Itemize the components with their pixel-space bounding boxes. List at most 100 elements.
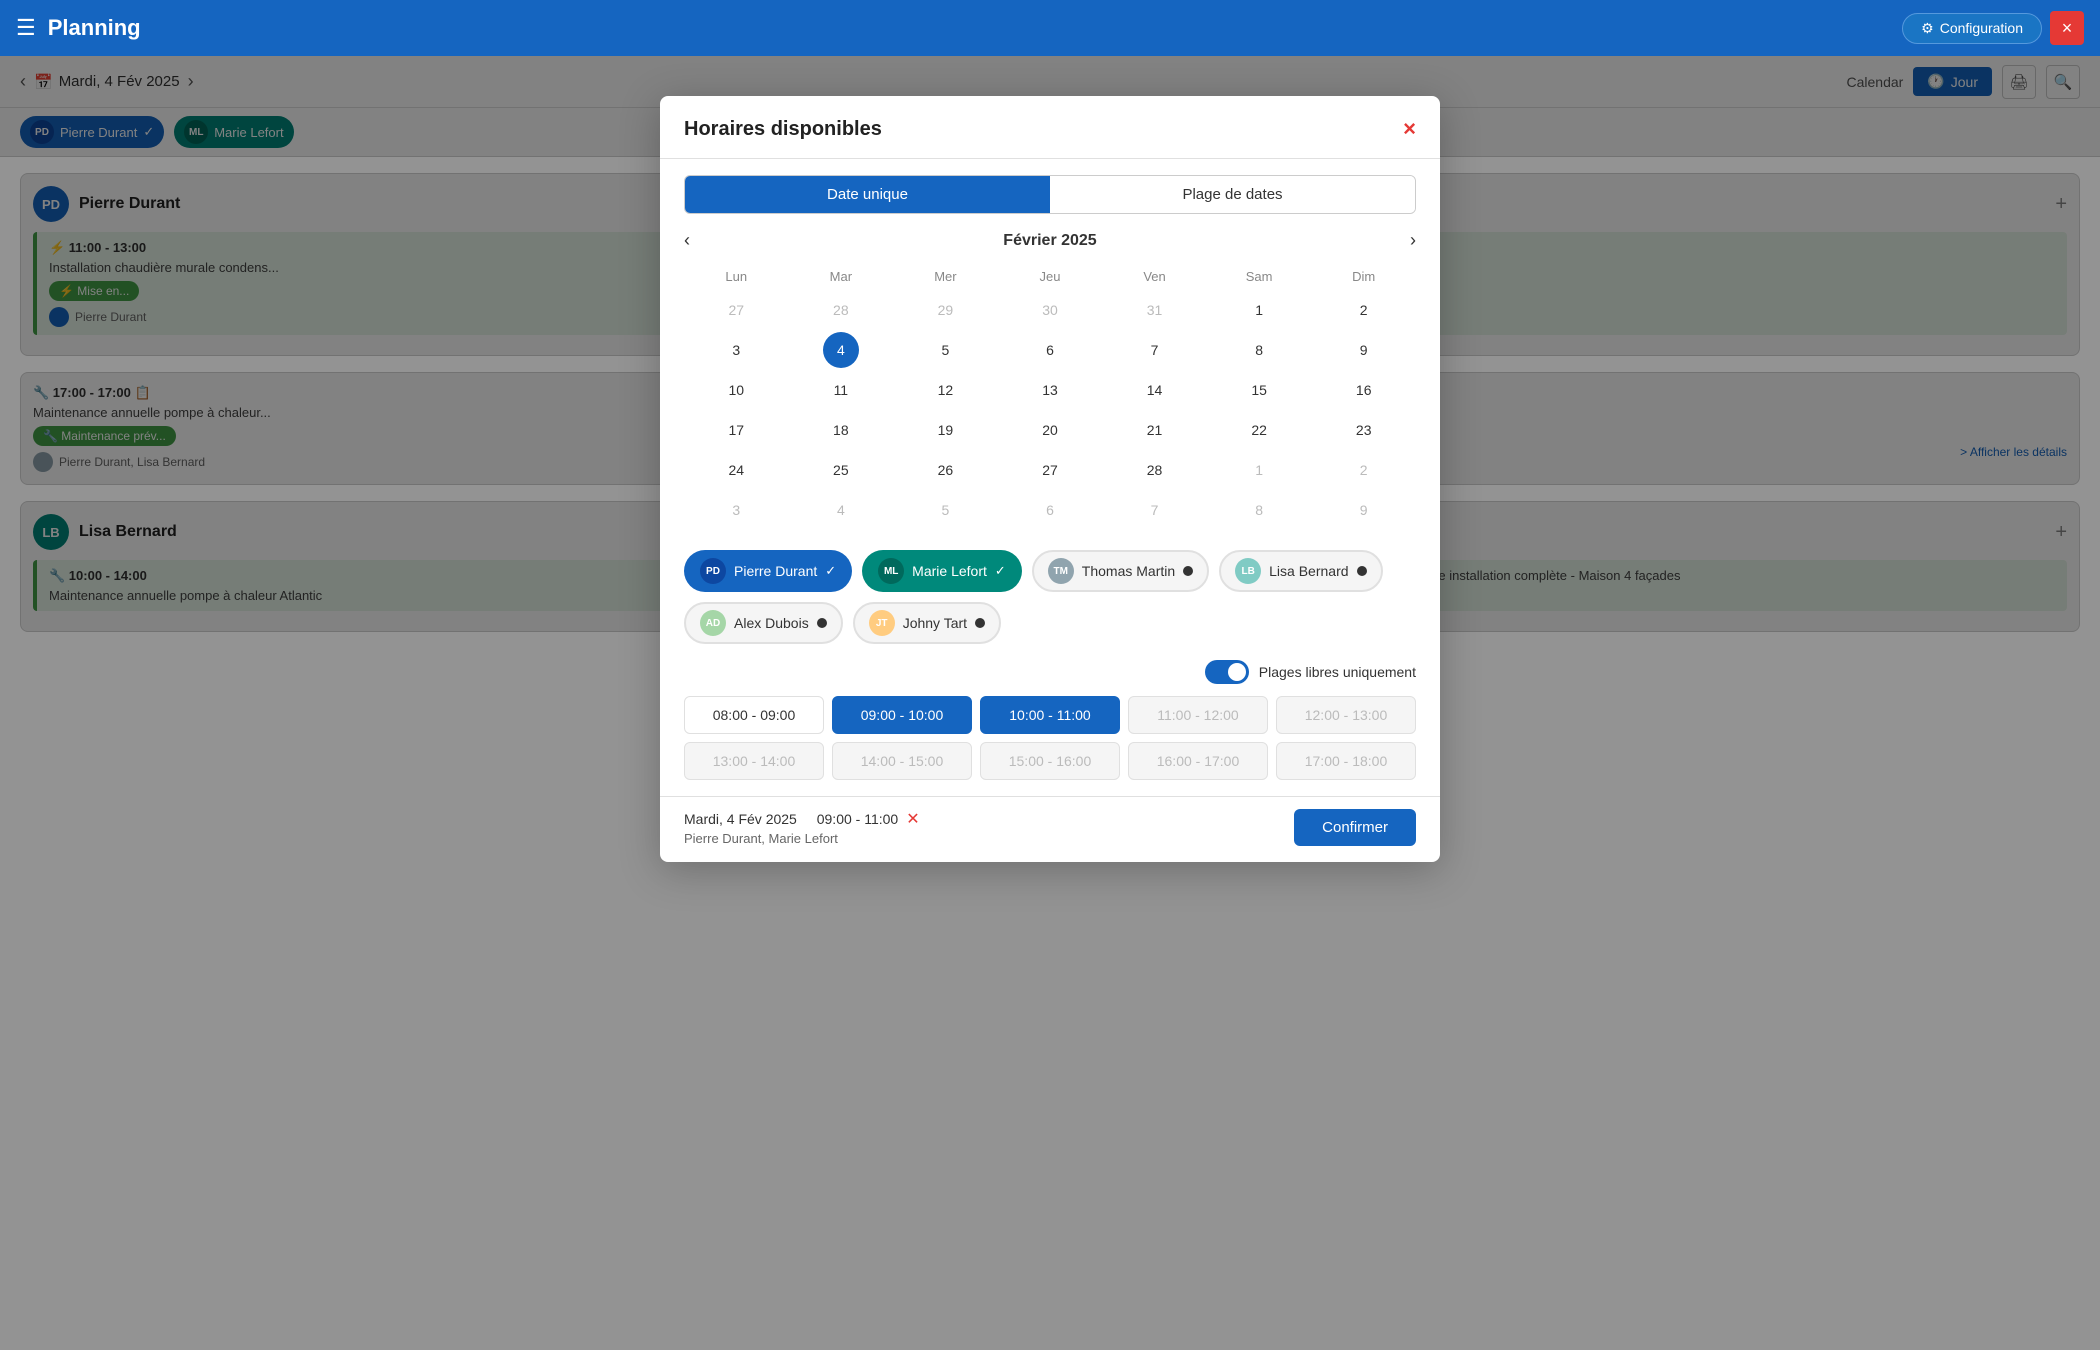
planning-area: ‹ 📅 Mardi, 4 Fév 2025 › Calendar 🕐 Jour … — [0, 56, 2100, 1350]
cal-head-mer: Mer — [893, 263, 998, 290]
chip-thomas[interactable]: TM Thomas Martin — [1032, 550, 1209, 592]
chip-alex[interactable]: AD Alex Dubois — [684, 602, 843, 644]
cal-day[interactable]: 19 — [927, 412, 963, 448]
cal-day[interactable]: 27 — [718, 292, 754, 328]
cal-day[interactable]: 8 — [1241, 332, 1277, 368]
chip-dot — [1183, 566, 1193, 576]
cal-day[interactable]: 6 — [1032, 332, 1068, 368]
topbar: ☰ Planning ⚙ Configuration × — [0, 0, 2100, 56]
cal-day[interactable]: 26 — [927, 452, 963, 488]
cal-day[interactable]: 2 — [1346, 452, 1382, 488]
chip-name: Lisa Bernard — [1269, 563, 1348, 579]
cal-day[interactable]: 21 — [1137, 412, 1173, 448]
cal-day[interactable]: 28 — [823, 292, 859, 328]
chip-avatar-johny: JT — [869, 610, 895, 636]
toggle-label: Plages libres uniquement — [1259, 664, 1416, 680]
topbar-right: ⚙ Configuration × — [1902, 11, 2084, 45]
cal-day[interactable]: 25 — [823, 452, 859, 488]
time-slot-1100: 11:00 - 12:00 — [1128, 696, 1268, 734]
cal-day[interactable]: 3 — [718, 492, 754, 528]
cal-next-button[interactable]: › — [1410, 230, 1416, 251]
cal-day[interactable]: 10 — [718, 372, 754, 408]
time-slot-0900[interactable]: 09:00 - 10:00 — [832, 696, 972, 734]
cal-day-selected[interactable]: 4 — [823, 332, 859, 368]
cal-day[interactable]: 20 — [1032, 412, 1068, 448]
cal-day[interactable]: 16 — [1346, 372, 1382, 408]
chip-avatar-alex: AD — [700, 610, 726, 636]
cancel-time-button[interactable]: ✕ — [906, 809, 919, 829]
cal-day[interactable]: 2 — [1346, 292, 1382, 328]
cal-day[interactable]: 9 — [1346, 492, 1382, 528]
chip-name: Alex Dubois — [734, 615, 809, 631]
footer-people: Pierre Durant, Marie Lefort — [684, 831, 920, 846]
cal-day[interactable]: 22 — [1241, 412, 1277, 448]
cal-day[interactable]: 30 — [1032, 292, 1068, 328]
chip-avatar-lisa: LB — [1235, 558, 1261, 584]
time-slot-1700: 17:00 - 18:00 — [1276, 742, 1416, 780]
cal-day[interactable]: 4 — [823, 492, 859, 528]
free-slots-toggle[interactable] — [1205, 660, 1249, 684]
topbar-left: ☰ Planning — [16, 15, 141, 41]
plage-dates-button[interactable]: Plage de dates — [1050, 176, 1415, 213]
cal-month: Février 2025 — [1003, 232, 1096, 250]
modal-horaires: Horaires disponibles × Date unique Plage… — [660, 96, 1440, 862]
cal-day[interactable]: 13 — [1032, 372, 1068, 408]
configuration-button[interactable]: ⚙ Configuration — [1902, 13, 2042, 44]
cal-day[interactable]: 23 — [1346, 412, 1382, 448]
app-close-button[interactable]: × — [2050, 11, 2084, 45]
cal-day[interactable]: 24 — [718, 452, 754, 488]
cal-day[interactable]: 7 — [1137, 492, 1173, 528]
people-selector: PD Pierre Durant ✓ ML Marie Lefort ✓ TM … — [660, 546, 1440, 660]
cal-day[interactable]: 6 — [1032, 492, 1068, 528]
cal-head-mar: Mar — [789, 263, 894, 290]
cal-day[interactable]: 3 — [718, 332, 754, 368]
cal-head-sam: Sam — [1207, 263, 1312, 290]
footer-info: Mardi, 4 Fév 2025 09:00 - 11:00 ✕ Pierre… — [684, 809, 920, 846]
cal-day[interactable]: 8 — [1241, 492, 1277, 528]
time-slot-1200: 12:00 - 13:00 — [1276, 696, 1416, 734]
cal-day[interactable]: 17 — [718, 412, 754, 448]
date-unique-button[interactable]: Date unique — [685, 176, 1050, 213]
cal-day[interactable]: 5 — [927, 332, 963, 368]
cal-day[interactable]: 5 — [927, 492, 963, 528]
date-toggle: Date unique Plage de dates — [684, 175, 1416, 214]
chip-avatar-thomas: TM — [1048, 558, 1074, 584]
modal-title: Horaires disponibles — [684, 118, 882, 141]
cal-head-ven: Ven — [1102, 263, 1207, 290]
modal-close-button[interactable]: × — [1403, 116, 1416, 142]
cal-head-lun: Lun — [684, 263, 789, 290]
cal-prev-button[interactable]: ‹ — [684, 230, 690, 251]
time-slot-0800[interactable]: 08:00 - 09:00 — [684, 696, 824, 734]
cal-day[interactable]: 11 — [823, 372, 859, 408]
chip-marie[interactable]: ML Marie Lefort ✓ — [862, 550, 1022, 592]
cal-day[interactable]: 29 — [927, 292, 963, 328]
chip-name: Thomas Martin — [1082, 563, 1175, 579]
cal-day[interactable]: 15 — [1241, 372, 1277, 408]
time-slot-1000[interactable]: 10:00 - 11:00 — [980, 696, 1120, 734]
cal-day[interactable]: 12 — [927, 372, 963, 408]
footer-date: Mardi, 4 Fév 2025 09:00 - 11:00 ✕ — [684, 809, 920, 829]
chip-dot — [1357, 566, 1367, 576]
cal-day[interactable]: 31 — [1137, 292, 1173, 328]
time-slot-1400: 14:00 - 15:00 — [832, 742, 972, 780]
time-slot-1500: 15:00 - 16:00 — [980, 742, 1120, 780]
confirm-button[interactable]: Confirmer — [1294, 809, 1416, 846]
chip-lisa[interactable]: LB Lisa Bernard — [1219, 550, 1382, 592]
chip-pierre[interactable]: PD Pierre Durant ✓ — [684, 550, 852, 592]
cal-day[interactable]: 1 — [1241, 292, 1277, 328]
chip-johny[interactable]: JT Johny Tart — [853, 602, 1001, 644]
chip-name: Pierre Durant — [734, 563, 817, 579]
chip-avatar-marie: ML — [878, 558, 904, 584]
cal-day[interactable]: 14 — [1137, 372, 1173, 408]
cal-day[interactable]: 18 — [823, 412, 859, 448]
modal-header: Horaires disponibles × — [660, 96, 1440, 159]
cal-day[interactable]: 27 — [1032, 452, 1068, 488]
cal-nav: ‹ Février 2025 › — [684, 230, 1416, 251]
cal-day[interactable]: 7 — [1137, 332, 1173, 368]
menu-icon[interactable]: ☰ — [16, 15, 36, 41]
cal-day[interactable]: 28 — [1137, 452, 1173, 488]
cal-day[interactable]: 9 — [1346, 332, 1382, 368]
time-slot-1300: 13:00 - 14:00 — [684, 742, 824, 780]
cal-day[interactable]: 1 — [1241, 452, 1277, 488]
app-title: Planning — [48, 15, 141, 41]
